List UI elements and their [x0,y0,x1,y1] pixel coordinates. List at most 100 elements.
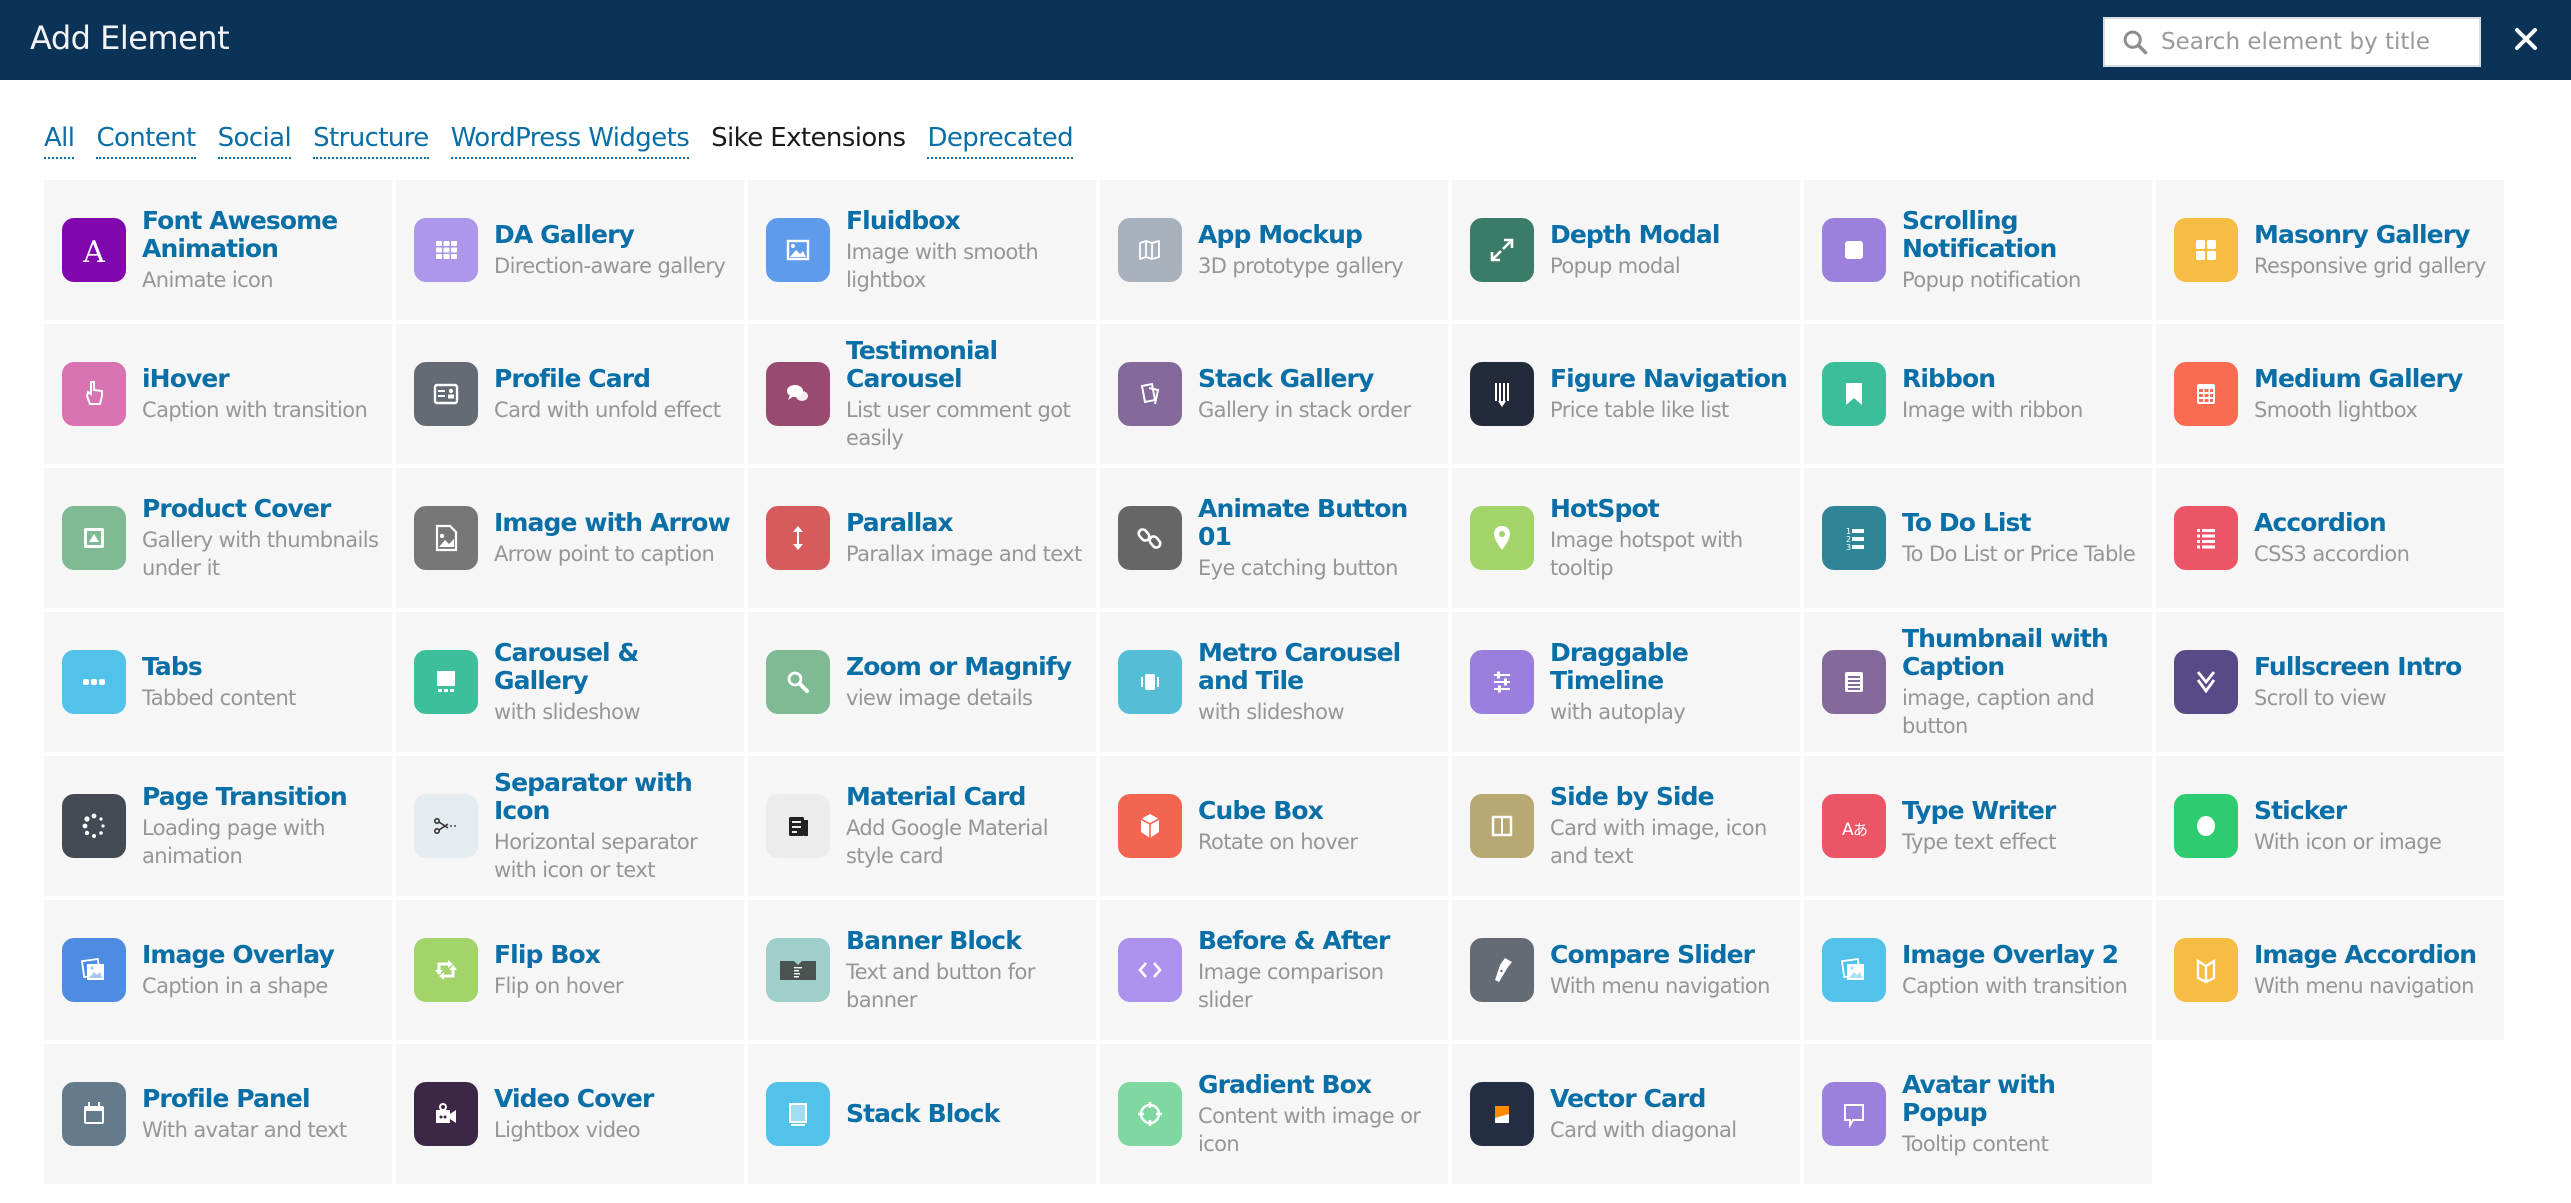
tab-wordpress-widgets[interactable]: WordPress Widgets [450,120,690,159]
card-text: Banner Block Text and button for banner [846,926,1096,1014]
element-card-profile-panel[interactable]: Profile Panel With avatar and text [44,1044,392,1184]
element-card-thumbnail-with-caption[interactable]: Thumbnail with Caption image, caption and… [1804,612,2152,752]
card-title: Page Transition [142,781,348,811]
tab-content[interactable]: Content [96,120,196,159]
card-text: Testimonial Carousel List user comment go… [846,335,1096,452]
element-card-profile-card[interactable]: Profile Card Card with unfold effect [396,324,744,464]
element-card-masonry-gallery[interactable]: Masonry Gallery Responsive grid gallery [2156,180,2504,320]
element-card-figure-navigation[interactable]: Figure Navigation Price table like list [1452,324,1800,464]
search-input[interactable] [2161,29,2461,55]
card-title: Depth Modal [1550,219,1720,249]
tab-all[interactable]: All [44,120,75,159]
element-card-testimonial-carousel[interactable]: Testimonial Carousel List user comment go… [748,324,1096,464]
element-card-app-mockup[interactable]: App Mockup 3D prototype gallery [1100,180,1448,320]
element-card-zoom-or-magnify[interactable]: Zoom or Magnify view image details [748,612,1096,752]
element-card-page-transition[interactable]: Page Transition Loading page with animati… [44,756,392,896]
element-card-fullscreen-intro[interactable]: Fullscreen Intro Scroll to view [2156,612,2504,752]
card-title: Cube Box [1198,795,1324,825]
card-title: Ribbon [1902,363,1996,393]
pointer-hand-icon [62,362,126,426]
card-text: Profile Panel With avatar and text [142,1083,357,1144]
element-card-ihover[interactable]: iHover Caption with transition [44,324,392,464]
card-title: Testimonial Carousel [846,335,998,393]
element-card-before-after[interactable]: Before & After Image comparison slider [1100,900,1448,1040]
element-card-draggable-timeline[interactable]: Draggable Timeline with autoplay [1452,612,1800,752]
search-box[interactable] [2103,17,2481,67]
element-card-vector-card[interactable]: Vector Card Card with diagonal [1452,1044,1800,1184]
tab-structure[interactable]: Structure [313,120,429,159]
element-card-scrolling-notification[interactable]: Scrolling Notification Popup notification [1804,180,2152,320]
element-card-flip-box[interactable]: Flip Box Flip on hover [396,900,744,1040]
card-title: Tabs [142,651,203,681]
card-title: Stack Block [846,1099,1000,1128]
element-card-parallax[interactable]: Parallax Parallax image and text [748,468,1096,608]
element-card-tabs[interactable]: Tabs Tabbed content [44,612,392,752]
card-title: App Mockup [1198,219,1363,249]
element-card-compare-slider[interactable]: Compare Slider With menu navigation [1452,900,1800,1040]
element-card-side-by-side[interactable]: Side by Side Card with image, icon and te… [1452,756,1800,896]
element-card-image-with-arrow[interactable]: Image with Arrow Arrow point to caption [396,468,744,608]
tab-social[interactable]: Social [217,120,292,159]
card-description: Caption in a shape [142,973,328,998]
element-card-image-overlay-2[interactable]: Image Overlay 2 Caption with transition [1804,900,2152,1040]
element-card-medium-gallery[interactable]: Medium Gallery Smooth lightbox [2156,324,2504,464]
element-card-to-do-list[interactable]: 1 2 3 To Do List To Do List or Price Table [1804,468,2152,608]
stack-cards-icon [1118,362,1182,426]
element-card-product-cover[interactable]: Product Cover Gallery with thumbnails und… [44,468,392,608]
element-card-avatar-with-popup[interactable]: Avatar with Popup Tooltip content [1804,1044,2152,1184]
element-card-ribbon[interactable]: Ribbon Image with ribbon [1804,324,2152,464]
element-card-font-awesome-animation[interactable]: A Font Awesome Animation Animate icon [44,180,392,320]
element-card-cube-box[interactable]: Cube Box Rotate on hover [1100,756,1448,896]
card-description: Horizontal separator with icon or text [494,829,698,882]
card-description: With menu navigation [1550,973,1771,998]
element-card-stack-block[interactable]: Stack Block [748,1044,1096,1184]
translate-icon: Aあ [1822,794,1886,858]
card-description: With menu navigation [2254,973,2475,998]
card-title: Image Accordion [2254,939,2477,969]
element-card-metro-carousel-and-tile[interactable]: Metro Carousel and Tile with slideshow [1100,612,1448,752]
svg-text:3: 3 [1846,543,1851,552]
element-card-type-writer[interactable]: A あ Type Writer Type text effect [1804,756,2152,896]
card-title: Stack Gallery [1198,363,1374,393]
element-card-separator-with-icon[interactable]: Separator with Icon Horizontal separator … [396,756,744,896]
card-text: Material Card Add Google Material style c… [846,781,1096,870]
expand-icon [1470,218,1534,282]
element-card-image-accordion[interactable]: Image Accordion With menu navigation [2156,900,2504,1040]
card-text: DA Gallery Direction-aware gallery [494,220,735,280]
cube-icon [1118,794,1182,858]
element-card-gradient-box[interactable]: Gradient Box Content with image or icon [1100,1044,1448,1184]
card-text: Compare Slider With menu navigation [1550,940,1780,1000]
image-icon [766,218,830,282]
element-card-depth-modal[interactable]: Depth Modal Popup modal [1452,180,1800,320]
element-card-accordion[interactable]: Accordion CSS3 accordion [2156,468,2504,608]
element-card-video-cover[interactable]: Video Cover Lightbox video [396,1044,744,1184]
card-title: Profile Card [494,363,651,393]
card-text: Gradient Box Content with image or icon [1198,1070,1448,1158]
card-description: With icon or image [2254,829,2442,854]
tab-sike-extensions[interactable]: Sike Extensions [711,120,906,159]
element-card-banner-block[interactable]: Banner Block Text and button for banner [748,900,1096,1040]
close-button[interactable] [2510,22,2542,56]
diagonal-card-icon [1470,1082,1534,1146]
element-card-material-card[interactable]: Material Card Add Google Material style c… [748,756,1096,896]
card-description: List user comment got easily [846,397,1071,450]
card-title: Metro Carousel and Tile [1198,637,1401,695]
element-card-image-overlay[interactable]: Image Overlay Caption in a shape [44,900,392,1040]
card-title: Material Card [846,781,1026,811]
element-card-sticker[interactable]: Sticker With icon or image [2156,756,2504,896]
element-card-carousel-gallery[interactable]: Carousel & Gallery with slideshow [396,612,744,752]
tab-deprecated[interactable]: Deprecated [927,120,1074,159]
card-text: Metro Carousel and Tile with slideshow [1198,637,1448,726]
card-text: Page Transition Loading page with animati… [142,781,392,870]
element-card-animate-button-01[interactable]: Animate Button 01 Eye catching button [1100,468,1448,608]
element-card-hotspot[interactable]: HotSpot Image hotspot with tooltip [1452,468,1800,608]
element-card-stack-gallery[interactable]: Stack Gallery Gallery in stack order [1100,324,1448,464]
card-text: Product Cover Gallery with thumbnails und… [142,494,392,582]
element-card-da-gallery[interactable]: DA Gallery Direction-aware gallery [396,180,744,320]
list-icon [2174,506,2238,570]
card-description: Caption with transition [1902,973,2128,998]
card-description: Image with smooth lightbox [846,239,1039,292]
element-card-fluidbox[interactable]: Fluidbox Image with smooth lightbox [748,180,1096,320]
card-title: Profile Panel [142,1083,311,1113]
card-description: view image details [846,685,1033,710]
